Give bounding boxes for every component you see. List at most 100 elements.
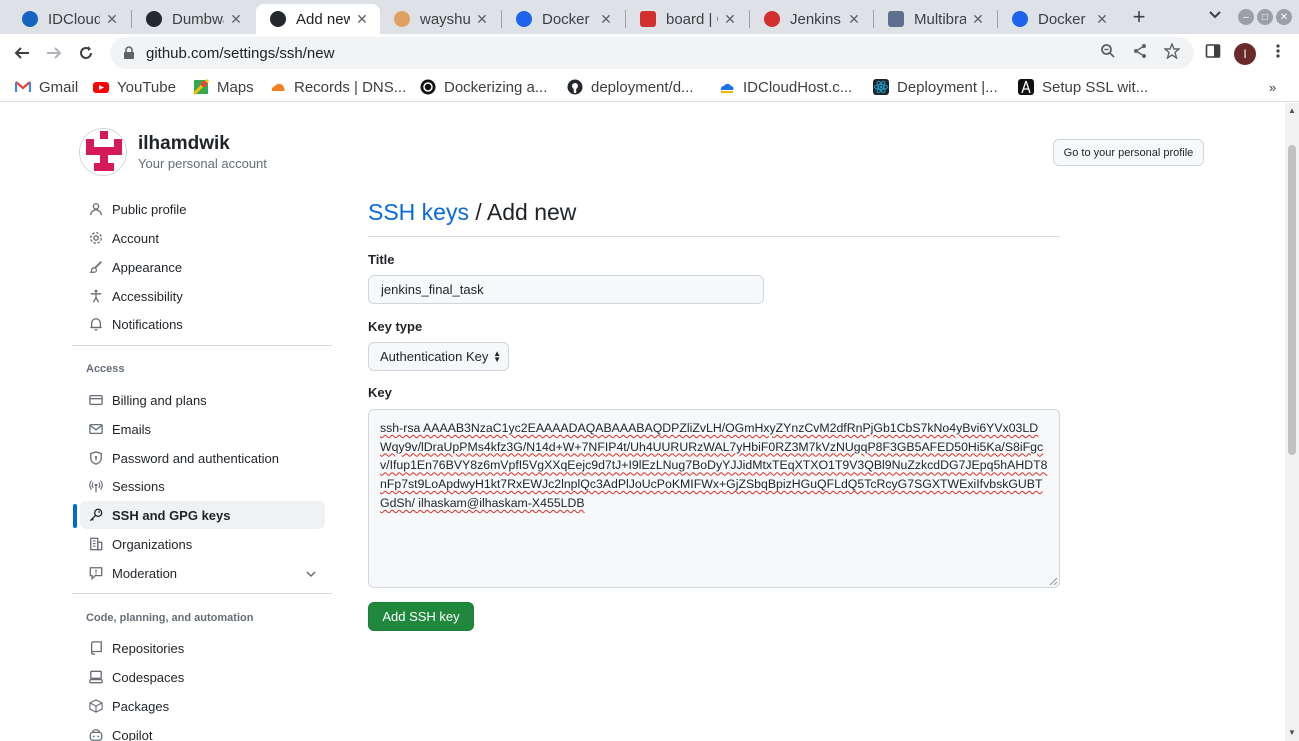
close-window-button[interactable]: ✕ xyxy=(1276,9,1292,25)
new-tab-button[interactable]: + xyxy=(1128,4,1150,29)
sidebar-item-label: Account xyxy=(112,230,159,246)
setup-icon xyxy=(1018,79,1034,95)
resize-handle-icon[interactable] xyxy=(1049,577,1057,585)
sidebar-item-codespaces[interactable]: Codespaces xyxy=(80,663,325,691)
close-icon[interactable]: ✕ xyxy=(846,11,862,27)
sidebar-item-label: Password and authentication xyxy=(112,450,279,466)
back-button[interactable] xyxy=(10,42,34,64)
maximize-button[interactable]: □ xyxy=(1257,9,1273,25)
browser-tab[interactable]: Docker Hub ✕ xyxy=(502,4,624,34)
key-textarea[interactable]: ssh-rsa AAAAB3NzaC1yc2EAAAADAQABAAABAQDP… xyxy=(368,409,1060,588)
close-icon[interactable]: ✕ xyxy=(104,11,120,27)
gmail-icon xyxy=(14,79,32,95)
title-input[interactable] xyxy=(368,275,764,304)
account-name[interactable]: ilhamdwik xyxy=(138,133,230,155)
sidebar-item-appearance[interactable]: Appearance xyxy=(80,253,325,281)
identicon-icon xyxy=(80,129,126,175)
bookmark-deployment[interactable]: deployment/d... xyxy=(567,77,694,97)
chevron-down-icon[interactable] xyxy=(1209,8,1221,22)
sidebar-item-public-profile[interactable]: Public profile xyxy=(80,195,325,223)
package-icon xyxy=(88,698,104,714)
sidebar-item-organizations[interactable]: Organizations xyxy=(80,530,325,558)
browser-tab-active[interactable]: Add new ✕ xyxy=(256,4,380,34)
star-icon[interactable] xyxy=(1163,42,1181,60)
close-icon[interactable]: ✕ xyxy=(474,11,490,27)
key-label: Key xyxy=(368,385,392,400)
breadcrumb-ssh-keys-link[interactable]: SSH keys xyxy=(368,199,469,225)
bookmark-records-dns[interactable]: Records | DNS... xyxy=(270,77,406,97)
idcloudhost-icon xyxy=(719,79,735,95)
cloudflare-icon xyxy=(270,79,286,95)
bookmark-maps[interactable]: Maps xyxy=(192,77,254,97)
bookmark-youtube[interactable]: YouTube xyxy=(93,77,176,97)
tab-title: Jenkins xyxy=(790,10,841,28)
browser-profile-avatar[interactable]: I xyxy=(1234,43,1256,65)
forward-button[interactable] xyxy=(42,42,66,64)
react-icon xyxy=(873,79,889,95)
reload-button[interactable] xyxy=(74,42,98,64)
address-bar[interactable]: github.com/settings/ssh/new xyxy=(110,37,1194,69)
scroll-down-icon[interactable]: ▼ xyxy=(1288,729,1296,737)
sidebar-item-account[interactable]: Account xyxy=(80,224,325,252)
close-icon[interactable]: ✕ xyxy=(1094,11,1110,27)
sidebar-item-moderation[interactable]: Moderation xyxy=(80,559,325,587)
minimize-button[interactable]: – xyxy=(1238,9,1254,25)
sidebar-item-ssh-gpg-keys[interactable]: SSH and GPG keys xyxy=(80,501,325,529)
browser-tab-bar: IDCloudHost ✕ Dumbways ✕ Add new ✕ waysh… xyxy=(0,0,1299,34)
shield-lock-icon xyxy=(88,450,104,466)
close-icon[interactable]: ✕ xyxy=(722,11,738,27)
sidebar-item-label: Emails xyxy=(112,421,152,437)
bookmark-label: Dockerizing a... xyxy=(444,78,548,96)
bookmarks-overflow-icon[interactable]: » xyxy=(1269,77,1276,97)
sidebar-item-label: Moderation xyxy=(112,565,178,581)
bookmark-setup-ssl[interactable]: Setup SSL wit... xyxy=(1018,77,1148,97)
share-icon[interactable] xyxy=(1131,42,1149,60)
wayshub-icon xyxy=(394,11,410,27)
browser-tab[interactable]: Jenkins ✕ xyxy=(750,4,872,34)
tab-title: board | C xyxy=(666,10,718,28)
close-icon[interactable]: ✕ xyxy=(228,11,244,27)
sidebar-item-packages[interactable]: Packages xyxy=(80,692,325,720)
close-icon[interactable]: ✕ xyxy=(598,11,614,27)
bookmark-deployment-react[interactable]: Deployment |... xyxy=(873,77,998,97)
sidebar-item-sessions[interactable]: Sessions xyxy=(80,472,325,500)
sidebar-item-copilot[interactable]: Copilot xyxy=(80,721,325,741)
bookmark-gmail[interactable]: Gmail xyxy=(14,77,78,97)
scroll-up-icon[interactable]: ▲ xyxy=(1288,107,1296,115)
zoom-icon[interactable] xyxy=(1099,42,1117,60)
maps-icon xyxy=(192,78,210,96)
browser-tab[interactable]: Multibranch ✕ xyxy=(874,4,996,34)
credit-card-icon xyxy=(88,392,104,408)
scrollbar-thumb[interactable] xyxy=(1288,145,1296,455)
sidebar-item-accessibility[interactable]: Accessibility xyxy=(80,282,325,310)
chevron-down-icon[interactable] xyxy=(303,566,319,582)
browser-tab[interactable]: IDCloudHost ✕ xyxy=(8,4,130,34)
sidebar-item-emails[interactable]: Emails xyxy=(80,415,325,443)
person-icon xyxy=(88,201,104,217)
sidebar-item-billing[interactable]: Billing and plans xyxy=(80,386,325,414)
more-menu-icon[interactable] xyxy=(1269,42,1287,60)
sidebar-item-label: Copilot xyxy=(112,727,153,741)
avatar[interactable] xyxy=(79,128,127,176)
browser-tab[interactable]: board | C ✕ xyxy=(626,4,748,34)
browser-tab[interactable]: Docker Hub ✕ xyxy=(998,4,1120,34)
go-to-profile-button[interactable]: Go to your personal profile xyxy=(1053,139,1204,166)
close-icon[interactable]: ✕ xyxy=(354,11,370,27)
close-icon[interactable]: ✕ xyxy=(970,11,986,27)
sidebar-item-repositories[interactable]: Repositories xyxy=(80,634,325,662)
key-type-select[interactable]: Authentication Key ▲ ▼ xyxy=(368,342,509,371)
sidebar-item-password[interactable]: Password and authentication xyxy=(80,444,325,472)
browser-tab[interactable]: Dumbways ✕ xyxy=(132,4,254,34)
bookmark-dockerizing[interactable]: Dockerizing a... xyxy=(420,77,547,97)
lock-icon[interactable] xyxy=(122,46,136,60)
page-scrollbar[interactable]: ▲ ▼ xyxy=(1285,103,1299,741)
selected-indicator xyxy=(73,504,77,528)
sidebar-item-notifications[interactable]: Notifications xyxy=(80,310,325,338)
side-panel-icon[interactable] xyxy=(1204,42,1222,60)
bookmark-idcloudhost[interactable]: IDCloudHost.c... xyxy=(719,77,852,97)
add-ssh-key-button[interactable]: Add SSH key xyxy=(368,602,474,631)
circle-icon xyxy=(420,79,436,95)
sidebar-item-label: Codespaces xyxy=(112,669,185,685)
codespaces-icon xyxy=(88,669,104,685)
browser-tab[interactable]: wayshub ✕ xyxy=(380,4,500,34)
